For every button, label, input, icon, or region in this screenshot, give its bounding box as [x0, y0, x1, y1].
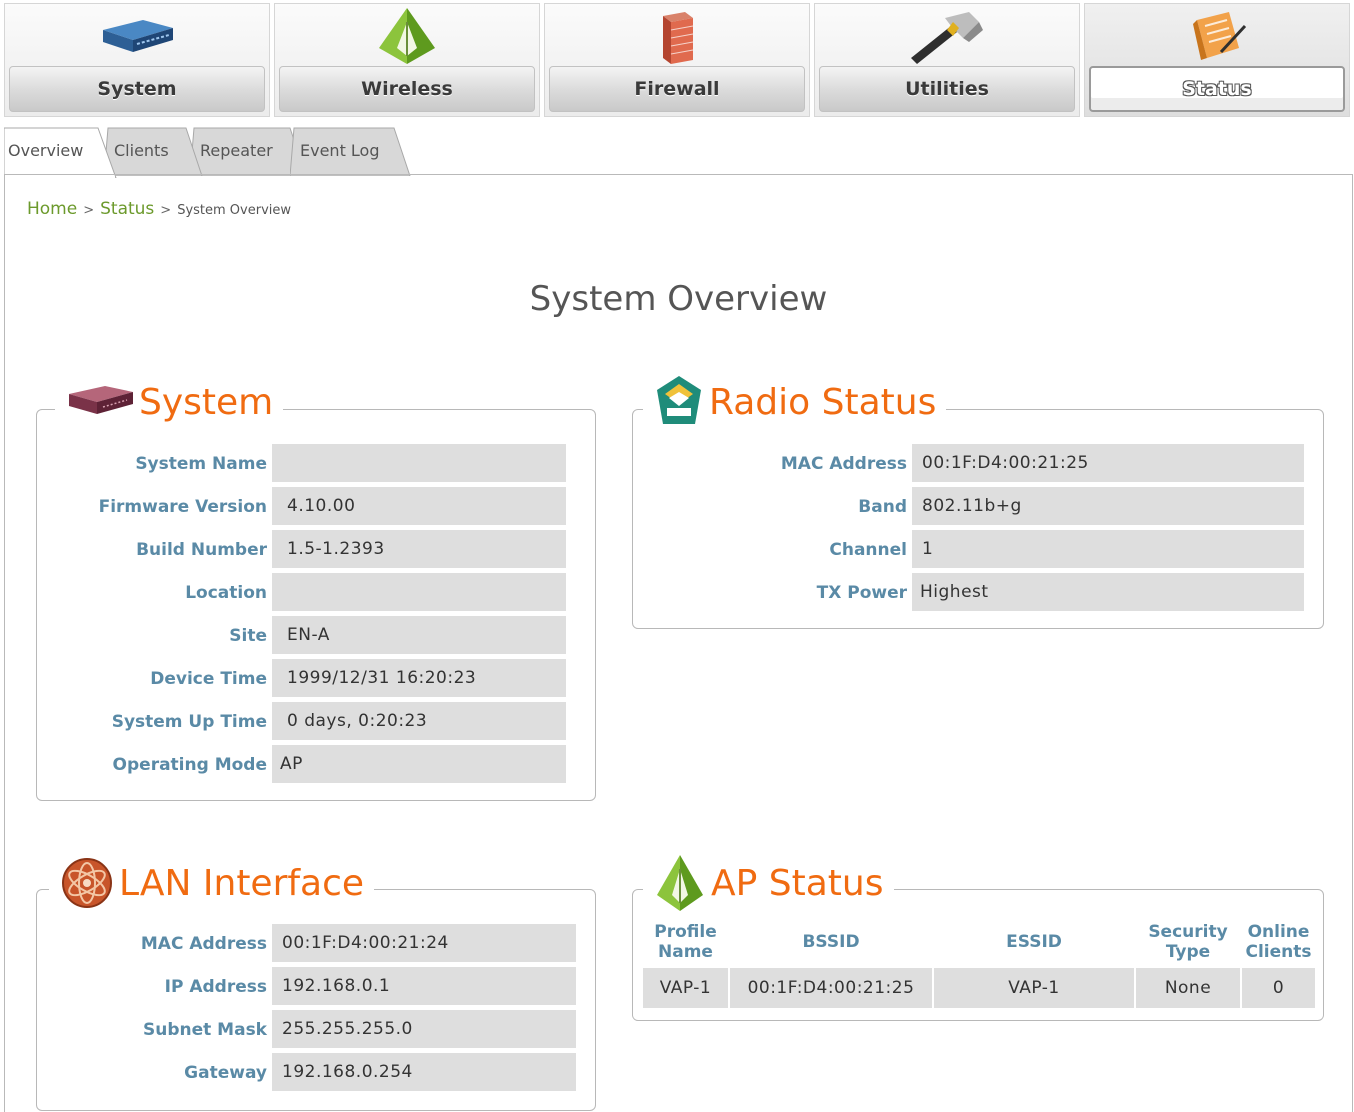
firewall-icon: [637, 8, 717, 64]
ap-col-profile-name-label: Profile Name: [654, 922, 717, 962]
gateway-value: 192.168.0.254: [272, 1053, 576, 1091]
location-label: Location: [185, 583, 267, 603]
nav-wireless-label: Wireless: [279, 66, 535, 112]
tab-overview[interactable]: Overview: [4, 126, 122, 178]
ip-address-label: IP Address: [164, 977, 267, 997]
nav-system[interactable]: System: [4, 3, 270, 117]
breadcrumb-home[interactable]: Home: [27, 199, 77, 219]
ap-status-header: AP Status: [643, 854, 894, 912]
breadcrumb-separator: >: [83, 203, 95, 218]
tx-power-label: TX Power: [816, 583, 907, 603]
radio-icon: [649, 373, 709, 431]
breadcrumb-current: System Overview: [177, 203, 292, 218]
nav-firewall[interactable]: Firewall: [544, 3, 810, 117]
breadcrumb: Home > Status > System Overview: [27, 199, 291, 219]
nav-system-label: System: [9, 66, 265, 112]
tab-repeater-label: Repeater: [200, 140, 273, 160]
subnet-mask-value: 255.255.255.0: [272, 1010, 576, 1048]
tab-event-log-label: Event Log: [300, 140, 380, 160]
tab-event-log[interactable]: Event Log: [290, 126, 414, 176]
operating-mode-label: Operating Mode: [112, 755, 267, 775]
router-icon: [97, 8, 177, 64]
firmware-version-label: Firmware Version: [98, 497, 267, 517]
ap-essid-cell: VAP-1: [934, 968, 1134, 1008]
firmware-version-value: 4.10.00: [272, 487, 566, 525]
status-icon: [1177, 8, 1257, 64]
breadcrumb-separator: >: [160, 203, 172, 218]
top-navigation: System Wireless Firewall Utilities Statu…: [4, 3, 1350, 117]
breadcrumb-status[interactable]: Status: [100, 199, 154, 219]
nav-utilities-label: Utilities: [819, 66, 1075, 112]
site-label: Site: [229, 626, 267, 646]
page-title: System Overview: [529, 279, 828, 319]
gateway-label: Gateway: [184, 1063, 267, 1083]
ap-col-essid-label: ESSID: [1006, 932, 1062, 952]
lan-mac-value: 00:1F:D4:00:21:24: [272, 924, 576, 962]
nav-utilities[interactable]: Utilities: [814, 3, 1080, 117]
ap-col-bssid-label: BSSID: [802, 932, 860, 952]
system-name-label: System Name: [135, 454, 267, 474]
tab-clients-label: Clients: [114, 140, 169, 160]
operating-mode-value: AP: [272, 745, 566, 783]
site-value: EN-A: [272, 616, 566, 654]
ap-col-profile-name: Profile Name: [643, 922, 728, 962]
lan-interface-header: LAN Interface: [49, 854, 375, 912]
ap-online-clients-cell: 0: [1242, 968, 1315, 1008]
system-section: System Name Firmware Version 4.10.00 Buil…: [36, 409, 596, 801]
band-value: 802.11b+g: [912, 487, 1304, 525]
access-point-icon: [649, 854, 711, 912]
ap-col-essid: ESSID: [934, 932, 1134, 952]
radio-status-title: Radio Status: [709, 381, 937, 423]
location-value: [272, 573, 566, 611]
device-time-label: Device Time: [150, 669, 267, 689]
ap-col-online-clients-label: Online Clients: [1245, 922, 1312, 962]
build-number-value: 1.5-1.2393: [272, 530, 566, 568]
ap-col-security-type: Security Type: [1136, 922, 1240, 962]
build-number-label: Build Number: [136, 540, 267, 560]
radio-mac-value: 00:1F:D4:00:21:25: [912, 444, 1304, 482]
lan-interface-section: MAC Address 00:1F:D4:00:21:24 IP Address 1…: [36, 889, 596, 1111]
ap-status-title: AP Status: [711, 862, 884, 904]
table-row: VAP-1 00:1F:D4:00:21:25 VAP-1 None 0: [643, 968, 1315, 1008]
ip-address-value: 192.168.0.1: [272, 967, 576, 1005]
nav-wireless[interactable]: Wireless: [274, 3, 540, 117]
device-time-value: 1999/12/31 16:20:23: [272, 659, 566, 697]
ap-col-bssid: BSSID: [730, 932, 932, 952]
band-label: Band: [858, 497, 907, 517]
channel-label: Channel: [829, 540, 907, 560]
ap-bssid-cell: 00:1F:D4:00:21:25: [730, 968, 932, 1008]
radio-mac-label: MAC Address: [780, 454, 907, 474]
channel-value: 1: [912, 530, 1304, 568]
system-section-header: System: [55, 373, 284, 431]
globe-icon: [55, 854, 119, 912]
ap-profile-name-cell: VAP-1: [643, 968, 728, 1008]
tab-overview-label: Overview: [8, 140, 84, 160]
system-section-title: System: [139, 381, 274, 423]
ap-security-type-cell: None: [1136, 968, 1240, 1008]
system-name-value: [272, 444, 566, 482]
system-up-time-value: 0 days, 0:20:23: [272, 702, 566, 740]
tx-power-value: Highest: [912, 573, 1304, 611]
hammer-icon: [907, 8, 987, 64]
wireless-icon: [367, 8, 447, 64]
system-up-time-label: System Up Time: [111, 712, 267, 732]
ap-table-header: Profile Name BSSID ESSID Security Type O…: [643, 922, 1315, 962]
sub-tabs: Repeater Event Log Clients Overview: [4, 124, 424, 178]
content-panel: Home > Status > System Overview System Overv…: [4, 174, 1353, 1112]
nav-status-label: Status: [1089, 66, 1345, 112]
ap-col-security-type-label: Security Type: [1148, 922, 1228, 962]
radio-status-header: Radio Status: [643, 373, 947, 431]
radio-status-section: MAC Address 00:1F:D4:00:21:25 Band 802.11b…: [632, 409, 1324, 629]
nav-firewall-label: Firewall: [549, 66, 805, 112]
device-icon: [61, 373, 139, 431]
lan-interface-title: LAN Interface: [119, 862, 365, 904]
ap-col-online-clients: Online Clients: [1242, 922, 1315, 962]
lan-mac-label: MAC Address: [140, 934, 267, 954]
subnet-mask-label: Subnet Mask: [142, 1020, 267, 1040]
nav-status[interactable]: Status: [1084, 3, 1350, 117]
